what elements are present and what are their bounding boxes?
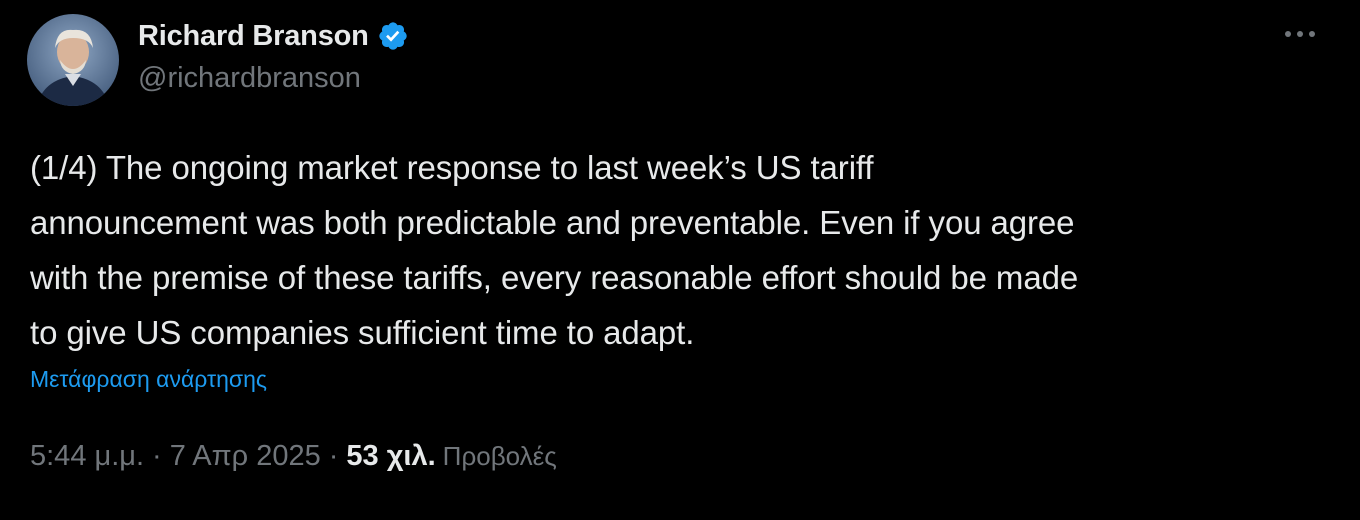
views-label[interactable]: Προβολές bbox=[443, 441, 557, 472]
author-handle[interactable]: @richardbranson bbox=[138, 62, 361, 95]
tweet-date[interactable]: 7 Απρ 2025 bbox=[170, 440, 321, 473]
separator-dot: · bbox=[152, 440, 162, 472]
author-name-row: Richard Branson bbox=[138, 14, 409, 58]
verified-badge-icon[interactable] bbox=[377, 20, 409, 52]
tweet-metadata: 5:44 μ.μ. · 7 Απρ 2025 · 53 χιλ. Προβολέ… bbox=[30, 440, 557, 473]
more-options-icon[interactable] bbox=[1280, 14, 1320, 54]
separator-dot: · bbox=[328, 440, 339, 472]
avatar[interactable] bbox=[27, 14, 119, 106]
translate-post-link[interactable]: Μετάφραση ανάρτησης bbox=[30, 366, 267, 393]
author-display-name[interactable]: Richard Branson bbox=[138, 20, 369, 53]
views-count[interactable]: 53 χιλ. bbox=[346, 440, 435, 473]
tweet-time[interactable]: 5:44 μ.μ. bbox=[30, 440, 144, 473]
tweet: Richard Branson @richardbranson (1/4) Th… bbox=[0, 0, 1360, 520]
tweet-text: (1/4) The ongoing market response to las… bbox=[30, 149, 1079, 351]
